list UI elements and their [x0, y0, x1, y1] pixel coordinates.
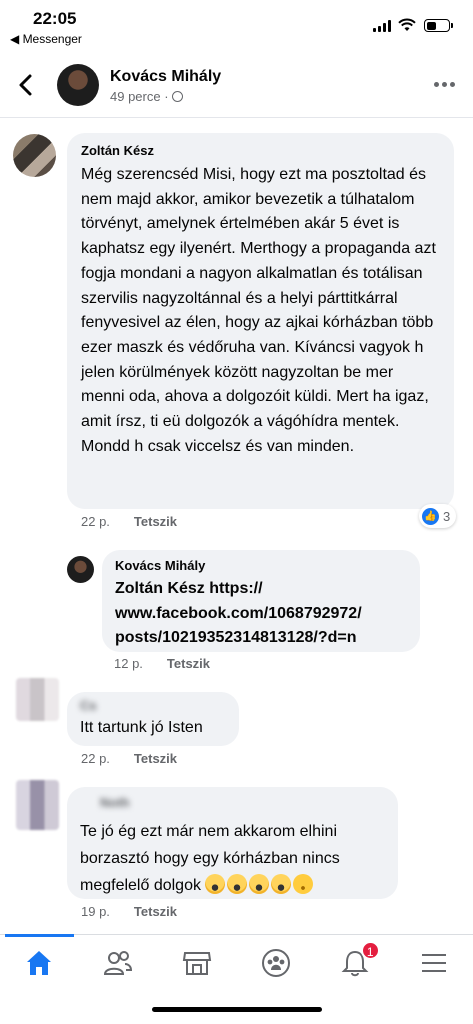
- friends-icon: [104, 950, 133, 975]
- home-icon: [27, 950, 52, 975]
- replier-avatar[interactable]: [67, 556, 94, 583]
- post-time-label: 49 perce ·: [110, 89, 169, 104]
- notification-badge: 1: [360, 941, 380, 960]
- marketplace-icon: [182, 951, 212, 975]
- emoji-row: [205, 874, 315, 894]
- blurred-avatar[interactable]: [16, 780, 59, 830]
- comment-actions: 22 p. Tetszik: [81, 751, 177, 766]
- reply-text[interactable]: Zoltán Kész https:// www.facebook.com/10…: [115, 577, 407, 651]
- comment-actions: 22 p. Tetszik: [81, 514, 177, 529]
- comment-bubble[interactable]: Noth Te jó ég ezt már nem akkarom elhini…: [67, 787, 398, 899]
- back-arrow-icon[interactable]: [14, 72, 40, 98]
- comment-actions: 19 p. Tetszik: [81, 904, 177, 919]
- comment-author-blurred[interactable]: Cs: [80, 698, 226, 713]
- status-bar: 22:05 ◀ Messenger: [0, 0, 473, 50]
- comment-time: 19 p.: [81, 904, 110, 919]
- scream-emoji-icon: [271, 874, 292, 894]
- like-button[interactable]: Tetszik: [134, 751, 177, 766]
- comment-author-blurred[interactable]: Noth: [100, 795, 385, 810]
- globe-icon: [171, 91, 183, 102]
- author-avatar[interactable]: [57, 64, 99, 106]
- signal-icon: [373, 20, 391, 32]
- groups-icon: [261, 948, 290, 977]
- nav-groups[interactable]: [236, 935, 315, 990]
- comment-time: 22 p.: [81, 514, 110, 529]
- more-icon[interactable]: [434, 82, 455, 87]
- post-time: 49 perce ·: [110, 89, 183, 104]
- reply-like-button[interactable]: Tetszik: [167, 656, 210, 671]
- reaction-count[interactable]: 👍 3: [419, 504, 457, 528]
- comment-text: Te jó ég ezt már nem akkarom elhini borz…: [80, 818, 385, 899]
- reply-author[interactable]: Kovács Mihály: [115, 558, 407, 573]
- blurred-avatar[interactable]: [16, 678, 59, 721]
- reply-actions: 12 p. Tetszik: [114, 656, 210, 671]
- like-icon: 👍: [422, 507, 439, 525]
- comment-text: Itt tartunk jó Isten: [80, 719, 203, 736]
- reply-time: 12 p.: [114, 656, 143, 671]
- comment-author[interactable]: Zoltán Kész: [81, 143, 440, 158]
- clock: 22:05: [33, 9, 77, 28]
- reply-bubble[interactable]: Kovács Mihály Zoltán Kész https:// www.f…: [102, 550, 420, 652]
- like-button[interactable]: Tetszik: [134, 514, 177, 529]
- nav-marketplace[interactable]: [158, 935, 237, 990]
- comment-bubble[interactable]: Cs Itt tartunk jó Isten: [67, 692, 239, 746]
- wifi-icon: [398, 18, 416, 31]
- back-to-messenger-link[interactable]: ◀ Messenger: [10, 32, 82, 46]
- nav-menu[interactable]: [394, 935, 473, 990]
- scream-emoji-icon: [249, 874, 270, 894]
- nav-notifications[interactable]: 1: [315, 935, 394, 990]
- comment-bubble[interactable]: Zoltán Kész Még szerencséd Misi, hogy ez…: [67, 133, 454, 509]
- scream-emoji-icon: [227, 874, 248, 894]
- scream-emoji-icon: [205, 874, 226, 894]
- like-button[interactable]: Tetszik: [134, 904, 177, 919]
- comment-time: 22 p.: [81, 751, 110, 766]
- post-header: Kovács Mihály 49 perce ·: [0, 56, 473, 118]
- reaction-number: 3: [443, 508, 451, 524]
- comment-text: Még szerencséd Misi, hogy ezt ma posztol…: [81, 166, 436, 455]
- bottom-nav: 1: [0, 934, 473, 990]
- nav-friends[interactable]: [79, 935, 158, 990]
- disappointed-emoji-icon: [293, 874, 314, 894]
- author-name[interactable]: Kovács Mihály: [110, 68, 221, 86]
- battery-icon: [424, 19, 453, 32]
- commenter-avatar[interactable]: [13, 134, 56, 177]
- home-indicator[interactable]: [152, 1007, 322, 1012]
- nav-home[interactable]: [0, 934, 79, 990]
- menu-icon: [421, 953, 446, 972]
